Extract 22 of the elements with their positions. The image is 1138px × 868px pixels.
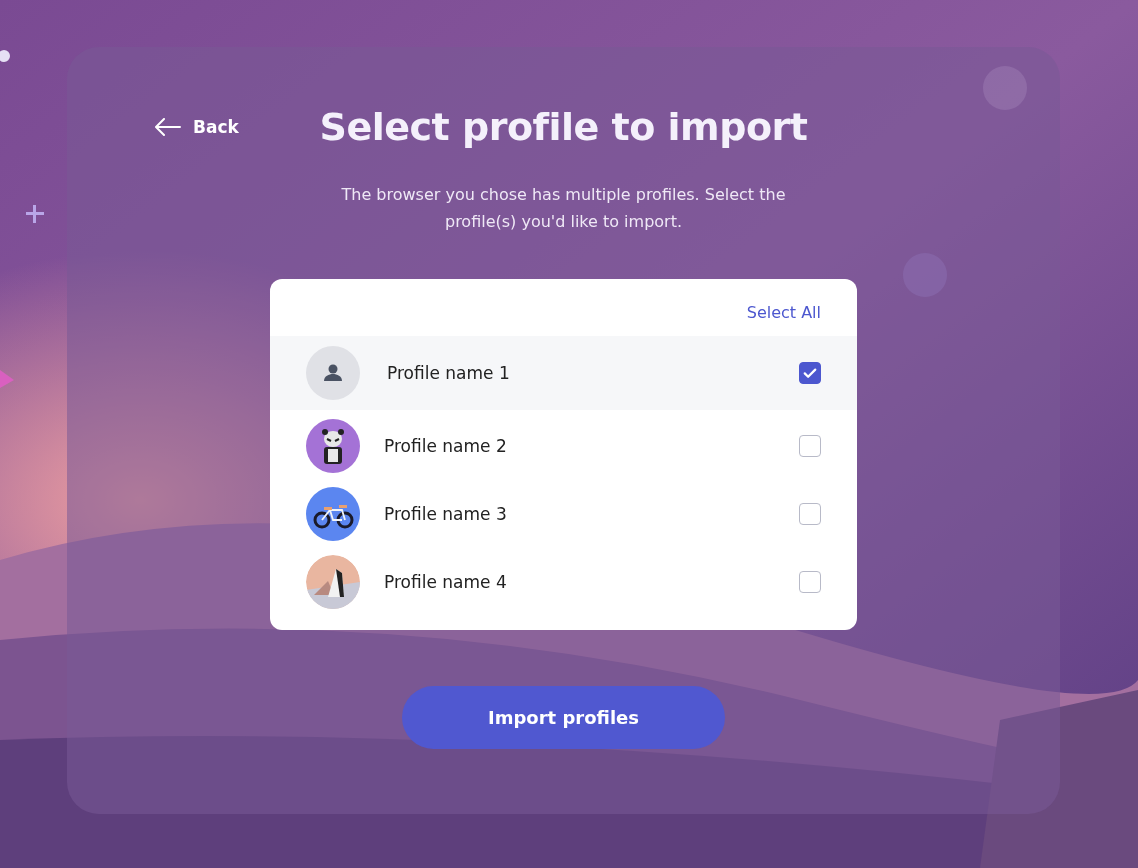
back-button[interactable]: Back [153,113,241,141]
profile-name: Profile name 4 [384,572,508,592]
select-all-link[interactable]: Select All [746,303,821,322]
checkbox[interactable] [799,571,821,593]
checkbox[interactable] [799,362,821,384]
profile-row[interactable]: Profile name 1 [270,336,857,410]
checkbox[interactable] [799,503,821,525]
penguin-avatar [306,555,360,609]
arrow-icon [155,118,181,136]
checkbox[interactable] [799,435,821,457]
profile-row[interactable]: Profile name 2 [270,412,857,480]
profile-name: Profile name 3 [384,504,508,524]
dialog-title: Select profile to import [319,105,808,149]
bicycle-avatar [306,487,360,541]
description: The browser you chose has multiple profiles. Select the profile(s) you'd like to import. [340,184,787,233]
import-button[interactable]: Import profiles [402,686,725,749]
profile-row[interactable]: Profile name 3 [270,480,857,548]
panda-avatar [306,419,360,473]
profile-name: Profile name 2 [384,436,508,456]
profile-name: Profile name 1 [387,363,511,383]
profile-row[interactable]: Profile name 4 [270,548,857,616]
person-avatar [306,346,360,400]
